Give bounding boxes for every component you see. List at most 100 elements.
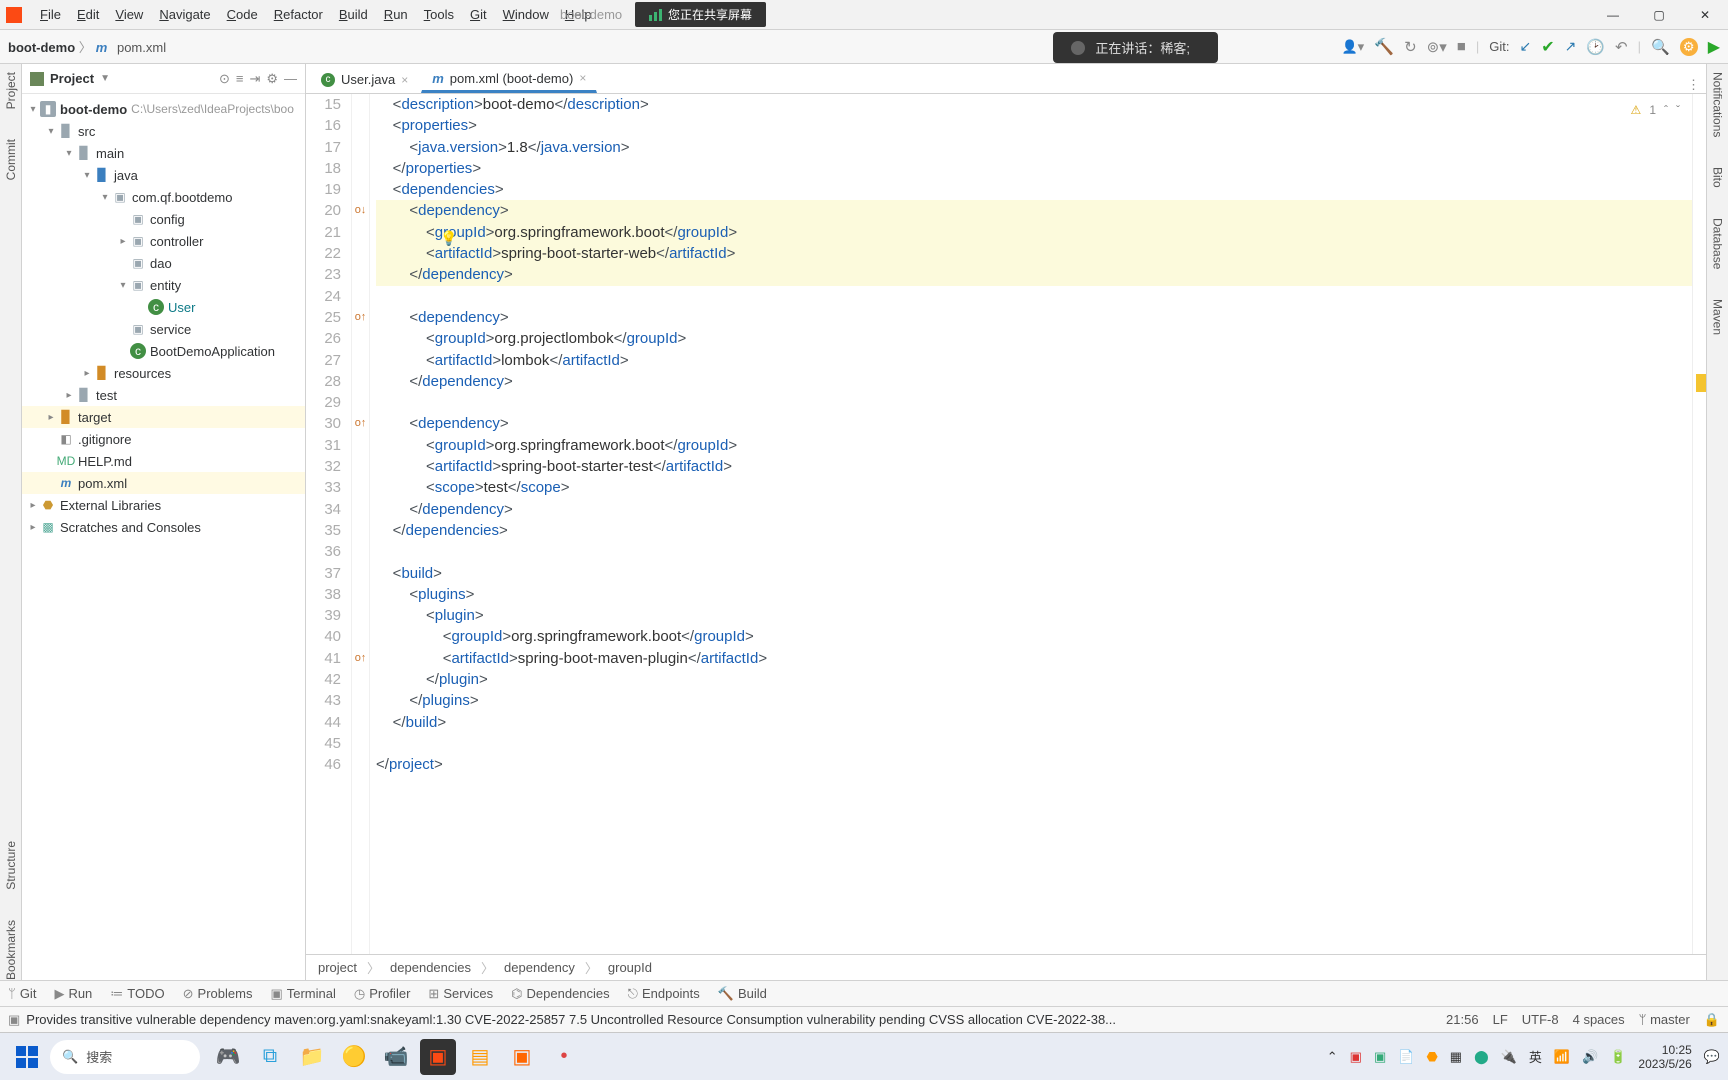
tree-scratches[interactable]: ▸▩Scratches and Consoles [22,516,305,538]
tool-endpoints[interactable]: ⎋Endpoints [628,986,700,1002]
crumb-dependency[interactable]: dependency [504,960,575,975]
minimize-button[interactable]: — [1590,0,1636,30]
close-icon[interactable]: × [401,73,408,87]
menu-code[interactable]: Code [219,7,266,22]
bito-tool[interactable]: Bito [1711,167,1725,188]
tool-problems[interactable]: ⊘Problems [183,986,253,1002]
git-pull-icon[interactable]: ↙ [1519,38,1531,55]
tree-folder-test[interactable]: ▸▉test [22,384,305,406]
taskbar-app-explorer[interactable]: 📁 [294,1039,330,1075]
close-button[interactable]: ✕ [1682,0,1728,30]
tool-git[interactable]: ᛘGit [8,986,36,1001]
notification-icon[interactable]: 💬 [1704,1049,1720,1065]
ime-indicator[interactable]: 英 [1529,1047,1542,1066]
maven-tool[interactable]: Maven [1711,299,1725,335]
menu-file[interactable]: File [32,7,69,22]
menu-run[interactable]: Run [376,7,416,22]
battery-icon[interactable]: 🔋 [1610,1049,1626,1065]
tool-todo[interactable]: ≔TODO [110,986,164,1002]
breadcrumb[interactable]: boot-demo 〉m pom.xml [8,37,166,56]
taskbar-app[interactable]: • [546,1039,582,1075]
taskbar-app-meet[interactable]: 📹 [378,1039,414,1075]
indent[interactable]: 4 spaces [1573,1012,1625,1028]
start-button[interactable] [8,1038,46,1076]
collapse-all-icon[interactable]: ⇥ [249,71,260,87]
error-stripe[interactable] [1692,94,1706,954]
git-branch[interactable]: ᛘ master [1639,1012,1690,1028]
volume-icon[interactable]: 🔊 [1582,1049,1598,1065]
user-icon[interactable]: 👤▾ [1341,39,1364,55]
tree-file-pom[interactable]: mpom.xml [22,472,305,494]
menu-view[interactable]: View [107,7,151,22]
tray-icon[interactable]: ⌃ [1327,1049,1338,1065]
taskbar-app[interactable]: 🎮 [210,1039,246,1075]
wifi-icon[interactable]: 📶 [1554,1049,1570,1065]
editor-breadcrumb[interactable]: project〉dependencies〉dependency〉groupId [306,954,1706,980]
git-commit-icon[interactable]: ✔ [1541,37,1554,57]
line-separator[interactable]: LF [1493,1012,1508,1028]
tree-file-gitignore[interactable]: ◧.gitignore [22,428,305,450]
taskbar-app-idea[interactable]: ▣ [420,1039,456,1075]
tray-icon[interactable]: 🔌 [1501,1049,1517,1065]
caret-position[interactable]: 21:56 [1446,1012,1479,1028]
status-icon[interactable]: ▣ [8,1012,20,1028]
tree-folder-resources[interactable]: ▸▉resources [22,362,305,384]
menu-tools[interactable]: Tools [416,7,462,22]
hammer-icon[interactable]: 🔨 [1374,37,1394,57]
tree-folder-target[interactable]: ▸▉target [22,406,305,428]
tool-profiler[interactable]: ◷Profiler [354,986,411,1002]
tree-folder-java[interactable]: ▾▉java [22,164,305,186]
tab-pom-xml[interactable]: mpom.xml (boot-demo)× [421,65,597,93]
tree-folder-src[interactable]: ▾▉src [22,120,305,142]
menu-refactor[interactable]: Refactor [266,7,331,22]
tree-root[interactable]: ▾▮boot-demoC:\Users\zed\IdeaProjects\boo [22,98,305,120]
taskbar-app-chrome[interactable]: 🟡 [336,1039,372,1075]
tray-icon[interactable]: ▣ [1374,1049,1386,1065]
crumb-groupId[interactable]: groupId [608,960,652,975]
rollback-icon[interactable]: ↶ [1615,38,1628,56]
bookmarks-tool[interactable]: Bookmarks [4,920,18,980]
taskbar-search[interactable]: 🔍搜索 [50,1040,200,1074]
run-config-dropdown[interactable]: ⊚▾ [1427,38,1447,56]
git-push-icon[interactable]: ↗ [1565,38,1577,55]
maximize-button[interactable]: ▢ [1636,0,1682,30]
menu-window[interactable]: Window [495,7,557,22]
menu-git[interactable]: Git [462,7,495,22]
tray-icon[interactable]: ⬣ [1426,1049,1437,1065]
close-icon[interactable]: × [579,71,586,85]
tool-terminal[interactable]: ▣Terminal [270,986,335,1002]
menu-edit[interactable]: Edit [69,7,107,22]
clock[interactable]: 10:252023/5/26 [1638,1043,1691,1071]
play-button[interactable]: ▶ [1708,37,1720,57]
history-icon[interactable]: 🕑 [1586,38,1605,56]
hide-icon[interactable]: — [284,71,297,86]
structure-tool[interactable]: Structure [4,841,18,890]
menu-navigate[interactable]: Navigate [151,7,218,22]
tree-class-app[interactable]: cBootDemoApplication [22,340,305,362]
crumb-dependencies[interactable]: dependencies [390,960,471,975]
tool-services[interactable]: ⊞Services [428,986,493,1002]
notifications-tool[interactable]: Notifications [1711,72,1725,137]
project-tool[interactable]: Project [4,72,18,109]
taskbar-app[interactable]: ▣ [504,1039,540,1075]
tray-icon[interactable]: ▦ [1450,1049,1462,1065]
tree-package[interactable]: ▾▣com.qf.bootdemo [22,186,305,208]
tray-icon[interactable]: ⬤ [1474,1049,1489,1065]
tab-options-icon[interactable]: ⋮ [1687,77,1700,93]
tree-pkg-entity[interactable]: ▾▣entity [22,274,305,296]
stop-button[interactable]: ■ [1457,38,1466,55]
taskbar-app-sublime[interactable]: ▤ [462,1039,498,1075]
menu-build[interactable]: Build [331,7,376,22]
ide-settings-icon[interactable]: ⚙ [1680,38,1698,56]
tool-run[interactable]: ▶Run [54,986,92,1002]
tree-external-libs[interactable]: ▸⬣External Libraries [22,494,305,516]
tool-build[interactable]: 🔨Build [718,986,767,1002]
tree-pkg-config[interactable]: ▣config [22,208,305,230]
database-tool[interactable]: Database [1711,218,1725,269]
project-dropdown-icon[interactable]: ▼ [100,73,110,84]
select-opened-icon[interactable]: ⊙ [219,71,230,87]
encoding[interactable]: UTF-8 [1522,1012,1559,1028]
inspection-widget[interactable]: ⚠1ˆˇ [1631,100,1680,121]
tree-pkg-controller[interactable]: ▸▣controller [22,230,305,252]
tree-file-help[interactable]: MDHELP.md [22,450,305,472]
